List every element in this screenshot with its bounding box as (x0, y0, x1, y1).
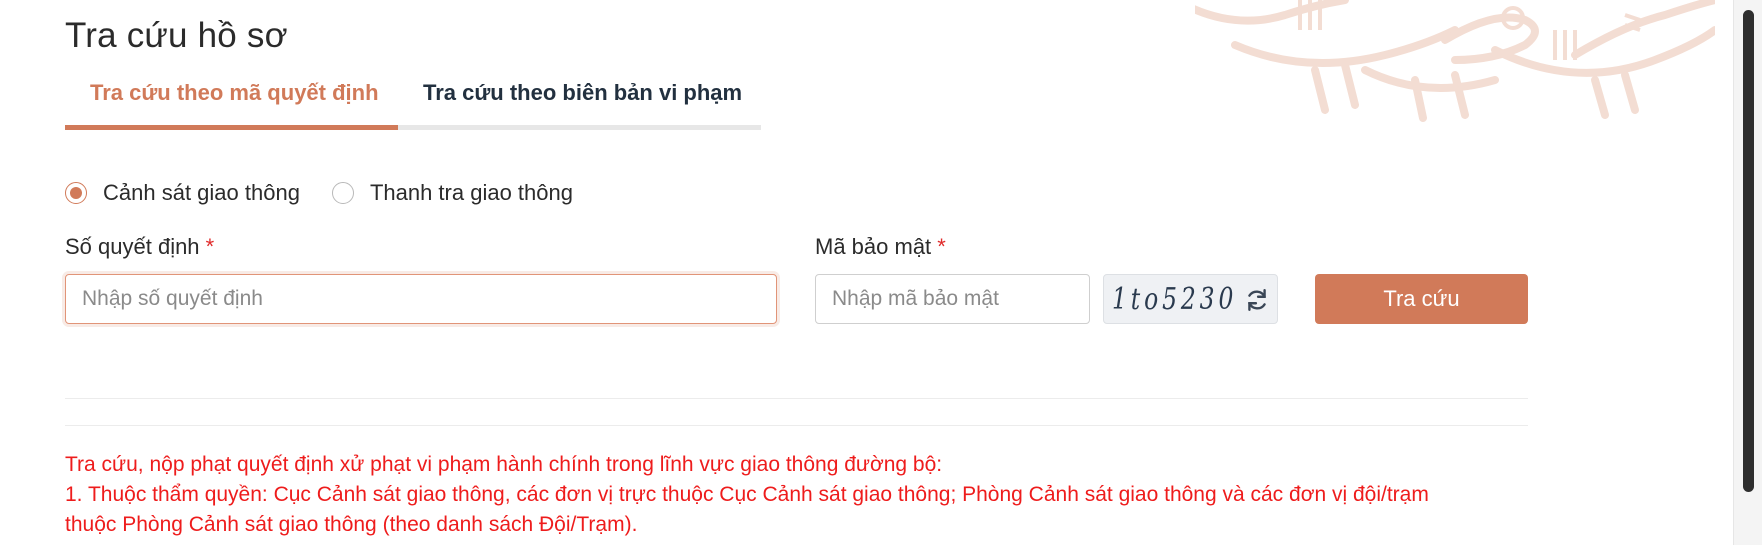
radio-traffic-inspection[interactable]: Thanh tra giao thông (331, 180, 573, 206)
notice-line: Tra cứu, nộp phạt quyết định xử phạt vi … (65, 453, 943, 476)
security-code-label-text: Mã bảo mật (815, 234, 932, 259)
radio-unchecked-icon[interactable] (331, 182, 354, 204)
active-tab-indicator (65, 125, 398, 130)
security-code-input[interactable] (815, 274, 1090, 324)
radio-label-traffic-inspection: Thanh tra giao thông (369, 180, 573, 205)
captcha-text: 1to5230 (1112, 281, 1238, 317)
scrollbar-thumb[interactable] (1743, 10, 1754, 492)
search-tabs: Tra cứu theo mã quyết định Tra cứu theo … (65, 76, 761, 130)
notice-text: Tra cứu, nộp phạt quyết định xử phạt vi … (65, 450, 1545, 540)
radio-label-traffic-police: Cảnh sát giao thông (103, 180, 300, 205)
agency-radio-group: Cảnh sát giao thông Thanh tra giao thông (65, 180, 605, 206)
refresh-icon[interactable] (1244, 287, 1270, 313)
security-code-label: Mã bảo mật * (815, 234, 946, 260)
divider (65, 398, 1528, 399)
tab-by-violation-record[interactable]: Tra cứu theo biên bản vi phạm (423, 80, 742, 106)
captcha-image: 1to5230 (1103, 274, 1278, 324)
divider (65, 425, 1528, 426)
required-mark: * (937, 234, 946, 259)
radio-traffic-police[interactable]: Cảnh sát giao thông (65, 180, 300, 206)
notice-line: thuộc Phòng Cảnh sát giao thông (theo da… (65, 513, 638, 536)
page-title: Tra cứu hồ sơ (65, 16, 288, 55)
tab-by-decision-number[interactable]: Tra cứu theo mã quyết định (90, 80, 379, 106)
decision-number-label-text: Số quyết định (65, 234, 200, 259)
search-button[interactable]: Tra cứu (1315, 274, 1528, 324)
radio-dot (70, 187, 82, 199)
notice-line: 1. Thuộc thẩm quyền: Cục Cảnh sát giao t… (65, 483, 1429, 506)
required-mark: * (205, 234, 215, 259)
scrollbar-track[interactable] (1733, 0, 1762, 545)
decision-number-label: Số quyết định * (65, 234, 214, 260)
decision-number-input[interactable] (65, 274, 777, 324)
radio-checked-icon[interactable] (65, 182, 87, 204)
decorative-bird-pattern (1195, 0, 1715, 122)
